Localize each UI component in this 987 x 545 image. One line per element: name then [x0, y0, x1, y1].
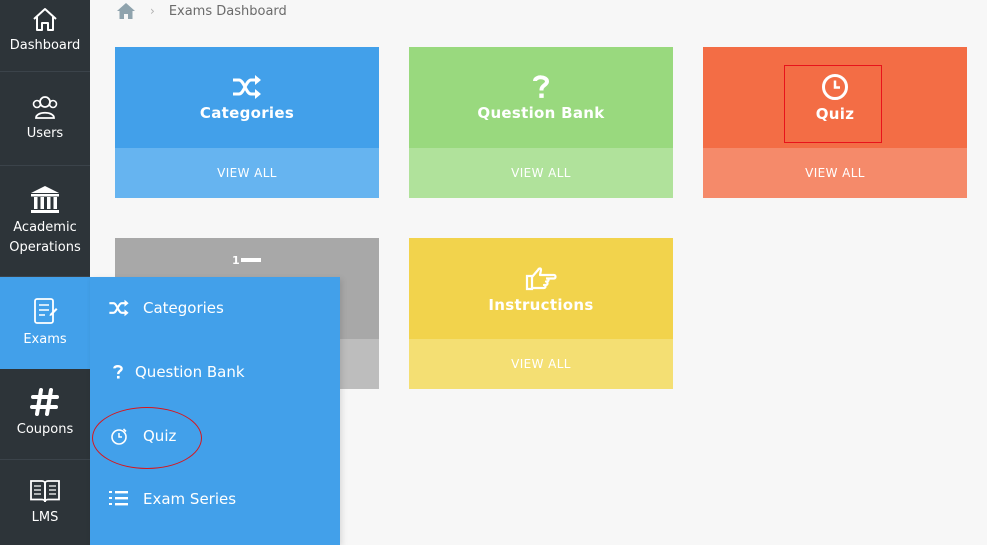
home-icon[interactable]	[116, 2, 136, 20]
quiz-card[interactable]: Quiz VIEW ALL	[703, 47, 967, 198]
sidebar-item-label: Dashboard	[9, 37, 81, 53]
shuffle-icon	[233, 74, 261, 99]
bank-icon	[31, 186, 59, 213]
submenu-item-question-bank[interactable]: Question Bank	[90, 352, 340, 392]
sidebar-item-users[interactable]: Users	[0, 72, 90, 166]
sidebar-item-label: Academic Operations	[9, 220, 81, 255]
question-bank-card-header[interactable]: Question Bank	[409, 47, 673, 148]
clipboard-icon	[34, 298, 58, 324]
categories-card-header[interactable]: Categories	[115, 47, 379, 148]
hash-icon	[30, 388, 59, 416]
shuffle-icon	[109, 299, 129, 317]
instructions-card-header[interactable]: Instructions	[409, 238, 673, 339]
sidebar-item-label: Exams	[23, 332, 67, 347]
submenu-item-label: Quiz	[143, 427, 177, 445]
card-title: Categories	[199, 103, 295, 122]
view-all-button[interactable]: VIEW ALL	[409, 339, 673, 389]
sidebar-item-coupons[interactable]: Coupons	[0, 369, 90, 460]
question-icon	[113, 364, 123, 379]
breadcrumb-separator: ›	[150, 4, 155, 18]
card-title: Question Bank	[477, 103, 605, 122]
submenu-item-label: Question Bank	[135, 363, 245, 381]
sidebar-item-label: Users	[26, 125, 64, 141]
numbered-list-icon	[109, 491, 128, 506]
submenu-item-exam-series[interactable]: Exam Series	[90, 479, 340, 519]
sidebar-item-lms[interactable]: LMS	[0, 460, 90, 545]
view-all-button[interactable]: VIEW ALL	[409, 148, 673, 198]
sidebar-item-academic-operations[interactable]: Academic Operations	[0, 166, 90, 277]
svg-text:1: 1	[232, 254, 240, 267]
categories-card[interactable]: Categories VIEW ALL	[115, 47, 379, 198]
home-icon	[33, 7, 57, 31]
sidebar: Dashboard Users Academic Operations Exam…	[0, 0, 90, 545]
sidebar-item-dashboard[interactable]: Dashboard	[0, 0, 90, 72]
question-bank-card[interactable]: Question Bank VIEW ALL	[409, 47, 673, 198]
view-all-button[interactable]: VIEW ALL	[703, 148, 967, 198]
submenu-item-quiz[interactable]: Quiz	[90, 416, 340, 456]
sidebar-item-exams[interactable]: Exams	[0, 277, 90, 369]
submenu-item-label: Exam Series	[143, 490, 237, 508]
users-icon	[32, 95, 58, 119]
sidebar-item-label: LMS	[31, 509, 59, 525]
question-icon	[533, 74, 550, 98]
clock-icon	[822, 73, 848, 100]
breadcrumb: › Exams Dashboard	[116, 0, 287, 22]
submenu-item-label: Categories	[143, 299, 224, 317]
exams-submenu: Categories Question Bank Quiz Exam Serie…	[90, 277, 340, 545]
breadcrumb-current: Exams Dashboard	[168, 3, 287, 19]
sidebar-item-label: Coupons	[16, 422, 74, 437]
submenu-item-categories[interactable]: Categories	[90, 288, 340, 328]
instructions-card[interactable]: Instructions VIEW ALL	[409, 238, 673, 389]
view-all-button[interactable]: VIEW ALL	[115, 148, 379, 198]
book-icon	[30, 479, 60, 502]
card-title: Instructions	[488, 295, 594, 314]
card-title: Quiz	[815, 104, 855, 123]
pointing-hand-icon	[525, 266, 557, 290]
timer-icon	[111, 428, 127, 445]
quiz-card-header[interactable]: Quiz	[703, 47, 967, 148]
